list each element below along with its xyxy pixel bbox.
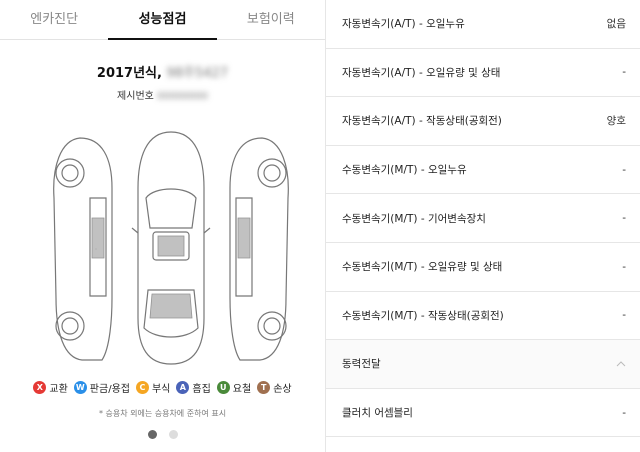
section-label: 동력전달 [342,358,381,371]
section-header-power-transmission[interactable]: 동력전달 [326,340,640,389]
row-label: 수동변속기(M/T) - 기어변속장치 [342,212,486,225]
legend-label: 요철 [232,384,252,395]
car-plate-blurred: 98주5427 [166,66,229,81]
row-value: 양호 [606,115,626,128]
row-value: 없음 [606,18,626,31]
legend-item-corrosion: C 부식 [135,380,171,395]
row-label: 자동변속기(A/T) - 오일누유 [342,18,465,31]
pager-dot-1[interactable] [147,430,157,439]
dent-icon: U [216,381,230,394]
damage-icon: T [257,381,271,394]
list-row: 수동변속기(M/T) - 오일누유 - [326,146,640,195]
list-row: 자동변속기(A/T) - 오일유량 및 상태 - [326,49,640,98]
legend-label: 교환 [49,384,68,395]
list-row: 자동변속기(A/T) - 작동상태(공회전) 양호 [326,97,640,146]
legend-item-damage: T 손상 [257,380,292,395]
registration-label: 제시번호 [117,91,154,102]
row-value: - [622,163,626,176]
legend-label: 손상 [273,384,292,395]
row-label: 수동변속기(M/T) - 오일누유 [342,164,467,177]
legend-item-exchange: X 교환 [33,380,68,395]
row-label: 클러치 어셈블리 [342,407,413,420]
left-door-panel [91,217,105,259]
legend-item-sheet-metal: W 판금/용접 [73,380,130,395]
tab-bar: 엔카진단 성능점검 보험이력 [0,0,325,40]
row-label: 수동변속기(M/T) - 오일유량 및 상태 [342,261,503,274]
corrosion-icon: C [135,381,149,394]
row-value: - [622,309,626,322]
tab-encar-diagnosis[interactable]: 엔카진단 [0,0,108,39]
list-row: 수동변속기(M/T) - 작동상태(공회전) - [326,292,640,341]
legend-item-scratch: A 흠집 [176,380,211,395]
roof-panel [157,235,185,257]
sheet-metal-icon: W [73,381,87,394]
list-row: 자동변속기(A/T) - 오일누유 없음 [326,0,640,49]
chevron-up-icon[interactable] [616,361,626,367]
registration-number-blurred: 00000000 [157,91,208,102]
row-value: - [622,260,626,273]
damage-legend: X 교환 W 판금/용접 C 부식 A 흠집 U 요철 T 손상 [0,380,325,395]
legend-item-dent: U 요철 [216,380,252,395]
row-value: - [622,66,626,79]
car-title: 2017년식, 98주5427 [0,62,325,81]
tab-insurance-history[interactable]: 보험이력 [217,0,325,39]
legend-label: 판금/용접 [89,384,130,395]
inspection-list: 자동변속기(A/T) - 오일누유 없음 자동변속기(A/T) - 오일유량 및… [326,0,640,452]
inspection-panel: 엔카진단 성능점검 보험이력 2017년식, 98주5427 제시번호 0000… [0,0,326,452]
row-value: - [622,212,626,225]
pager-dot-2[interactable] [168,430,178,439]
carousel-pager [0,430,325,439]
tab-performance-check[interactable]: 성능점검 [108,0,217,40]
car-year: 2017년식, [96,66,162,81]
list-row: 클러치 어셈블리 - [326,389,640,438]
row-label: 자동변속기(A/T) - 작동상태(공회전) [342,115,502,128]
trunk-panel [149,293,193,319]
exchange-icon: X [33,381,47,394]
list-row: 수동변속기(M/T) - 기어변속장치 - [326,194,640,243]
row-label: 수동변속기(M/T) - 작동상태(공회전) [342,309,504,322]
legend-label: 흠집 [192,384,211,395]
scratch-icon: A [176,381,190,394]
car-registration: 제시번호 00000000 [0,87,325,102]
right-door-panel [237,217,251,259]
list-row: 수동변속기(M/T) - 오일유량 및 상태 - [326,243,640,292]
car-body-diagram [53,131,289,365]
legend-note: * 승용차 외에는 승용차에 준하여 표시 [98,409,227,418]
row-value: - [622,406,626,419]
row-label: 자동변속기(A/T) - 오일유량 및 상태 [342,66,501,79]
legend-label: 부식 [151,384,171,395]
